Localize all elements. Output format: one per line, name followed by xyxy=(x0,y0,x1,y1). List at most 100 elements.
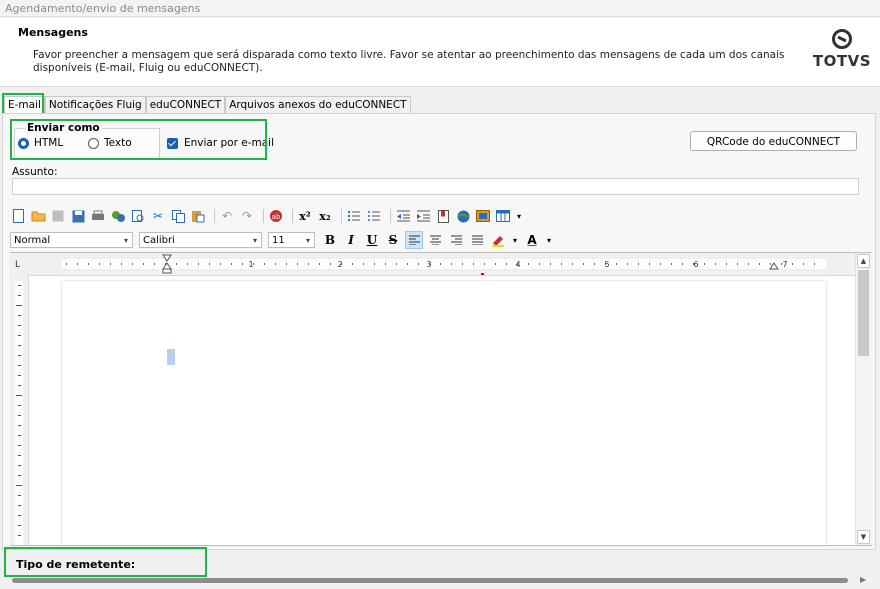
header-title: Mensagens xyxy=(18,26,88,39)
send-by-email-checkbox[interactable]: Enviar por e-mail xyxy=(167,137,274,149)
ruler-tick xyxy=(407,263,408,265)
vruler-tick xyxy=(16,395,22,396)
qrcode-educonnect-button[interactable]: QRCode do eduCONNECT xyxy=(690,131,857,151)
scroll-right-icon[interactable]: ▶ xyxy=(860,575,866,584)
strikethrough-button[interactable]: S xyxy=(384,231,402,249)
chevron-down-icon: ▾ xyxy=(252,236,257,245)
save-disabled-icon[interactable] xyxy=(50,208,66,224)
copy-icon[interactable] xyxy=(170,208,186,224)
align-justify-icon xyxy=(471,235,483,245)
table-dropdown-icon[interactable]: ▾ xyxy=(515,208,523,224)
spelling-abc-icon[interactable]: ab xyxy=(268,208,284,224)
ruler-tick xyxy=(539,263,540,265)
ruler-tick xyxy=(363,263,364,265)
sender-type-label: Tipo de remetente: xyxy=(16,558,136,571)
ruler-tick xyxy=(385,263,386,265)
subscript-icon[interactable]: x₂ xyxy=(317,208,333,224)
tab-email[interactable]: E-mail xyxy=(4,96,45,113)
bold-button[interactable]: B xyxy=(321,231,339,249)
bullet-list-icon[interactable] xyxy=(366,208,382,224)
scroll-up-icon[interactable]: ▲ xyxy=(857,254,870,268)
text-cursor xyxy=(167,349,175,365)
ruler-tick xyxy=(638,263,639,265)
save-icon[interactable] xyxy=(70,208,86,224)
radio-text-label: Texto xyxy=(104,137,132,149)
toolbar-separator xyxy=(263,209,264,223)
ruler-tick xyxy=(715,263,716,265)
underline-button[interactable]: U xyxy=(363,231,381,249)
font-combo[interactable]: Calibri ▾ xyxy=(139,232,262,248)
hyperlink-globe-icon[interactable] xyxy=(455,208,471,224)
ruler-tick xyxy=(121,263,122,265)
align-center-button[interactable] xyxy=(426,231,444,249)
vertical-scrollbar[interactable]: ▲ ▼ xyxy=(855,253,872,545)
ruler-tick xyxy=(275,263,276,265)
toolbar-separator xyxy=(292,209,293,223)
ruler-number: 6 xyxy=(693,260,698,269)
ruler-number: 3 xyxy=(426,260,431,269)
indent-increase-icon[interactable] xyxy=(415,208,431,224)
superscript-icon[interactable]: x² xyxy=(297,208,313,224)
send-as-label: Enviar como xyxy=(25,122,102,134)
ruler-tick xyxy=(352,263,353,265)
highlight-color-button[interactable] xyxy=(489,231,507,249)
vruler-tick xyxy=(18,325,21,326)
align-right-button[interactable] xyxy=(447,231,465,249)
open-folder-icon[interactable] xyxy=(30,208,46,224)
scroll-down-icon[interactable]: ▼ xyxy=(857,530,870,544)
font-size-combo[interactable]: 11 ▾ xyxy=(268,232,315,248)
totvs-logo-icon xyxy=(832,29,852,49)
redo-icon[interactable]: ↷ xyxy=(239,208,255,224)
cut-icon[interactable]: ✂ xyxy=(150,208,166,224)
ruler-tick xyxy=(803,263,804,265)
indent-marker-icon xyxy=(162,268,172,274)
vruler-tick xyxy=(18,445,21,446)
ruler-tick xyxy=(451,263,452,265)
ruler-tick xyxy=(99,263,100,265)
find-icon[interactable] xyxy=(130,208,146,224)
indent-decrease-icon[interactable] xyxy=(395,208,411,224)
document-page[interactable] xyxy=(62,281,826,545)
ruler-tick xyxy=(572,263,573,265)
font-color-button[interactable]: A xyxy=(523,231,541,249)
vruler-tick xyxy=(18,365,21,366)
print-icon[interactable] xyxy=(90,208,106,224)
style-combo[interactable]: Normal ▾ xyxy=(10,232,133,248)
subject-input[interactable] xyxy=(12,178,859,195)
highlight-dropdown-icon[interactable]: ▾ xyxy=(510,231,520,249)
font-size-value: 11 xyxy=(272,235,285,246)
font-value: Calibri xyxy=(143,235,175,246)
new-document-icon[interactable] xyxy=(10,208,26,224)
scrollbar-thumb[interactable] xyxy=(858,270,869,356)
tab-educonnect[interactable]: eduCONNECT xyxy=(145,96,226,113)
ruler-tick xyxy=(814,263,815,265)
bookmark-icon[interactable] xyxy=(435,208,451,224)
align-left-button[interactable] xyxy=(405,231,423,249)
numbered-list-icon[interactable] xyxy=(346,208,362,224)
align-justify-button[interactable] xyxy=(468,231,486,249)
ruler-tick xyxy=(495,263,496,265)
italic-button[interactable]: I xyxy=(342,231,360,249)
radio-text[interactable]: Texto xyxy=(88,137,132,149)
horizontal-ruler[interactable]: L 1 2 3 4 5 6 7 xyxy=(10,253,855,276)
radio-html-label: HTML xyxy=(34,137,64,149)
font-color-dropdown-icon[interactable]: ▾ xyxy=(544,231,554,249)
ruler-tick xyxy=(726,263,727,265)
vruler-tick xyxy=(16,305,22,306)
insert-table-icon[interactable] xyxy=(495,208,511,224)
paste-icon[interactable] xyxy=(190,208,206,224)
undo-icon[interactable]: ↶ xyxy=(219,208,235,224)
spellcheck-icon[interactable] xyxy=(110,208,126,224)
ruler-tick xyxy=(506,263,507,265)
vruler-tick xyxy=(18,315,21,316)
vruler-tick xyxy=(18,345,21,346)
ruler-tick xyxy=(528,263,529,265)
tab-educonnect-attachments[interactable]: Arquivos anexos do eduCONNECT xyxy=(225,96,411,113)
insert-image-icon[interactable] xyxy=(475,208,491,224)
tab-fluig-notifications[interactable]: Notificações Fluig xyxy=(44,96,146,113)
tab-bar: E-mail Notificações Fluig eduCONNECT Arq… xyxy=(4,96,411,114)
radio-html[interactable]: HTML xyxy=(18,137,63,149)
vruler-tick xyxy=(18,355,21,356)
horizontal-scrollbar[interactable] xyxy=(12,578,848,583)
ruler-tick xyxy=(198,263,199,265)
